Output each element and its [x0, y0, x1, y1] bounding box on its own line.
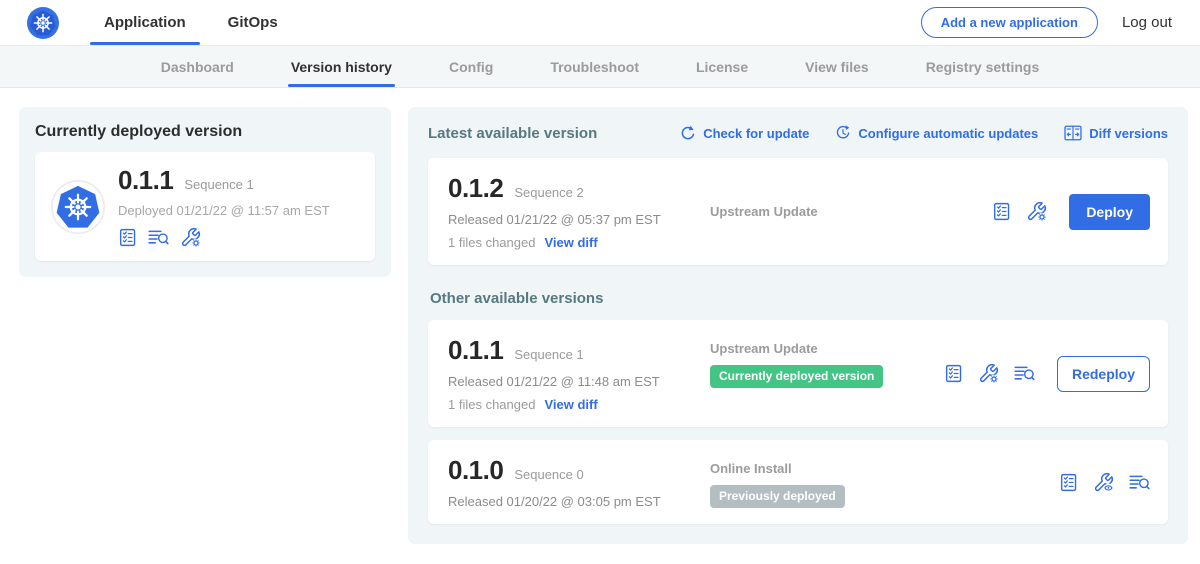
- configure-automatic-updates-label: Configure automatic updates: [858, 126, 1038, 141]
- version-card-0-1-1: 0.1.1 Sequence 1 Released 01/21/22 @ 11:…: [428, 320, 1168, 427]
- redeploy-button[interactable]: Redeploy: [1057, 356, 1150, 392]
- top-nav: Application GitOps Add a new application…: [0, 0, 1200, 46]
- configure-automatic-updates-link[interactable]: Configure automatic updates: [835, 125, 1038, 141]
- deployed-sequence-label: Sequence 1: [184, 177, 253, 192]
- files-changed-label: 1 files changed: [448, 397, 535, 412]
- edit-config-icon[interactable]: [180, 227, 201, 248]
- previously-deployed-badge: Previously deployed: [710, 485, 845, 508]
- version-source-label: Upstream Update: [710, 204, 992, 219]
- release-notes-icon[interactable]: [1129, 473, 1150, 492]
- deployed-version-number: 0.1.1: [118, 165, 173, 196]
- currently-deployed-title: Currently deployed version: [35, 123, 375, 141]
- subtab-registry-settings[interactable]: Registry settings: [926, 46, 1040, 87]
- tab-gitops-label: GitOps: [228, 14, 278, 31]
- diff-versions-label: Diff versions: [1089, 126, 1168, 141]
- diff-versions-link[interactable]: Diff versions: [1064, 125, 1168, 141]
- check-for-update-link[interactable]: Check for update: [680, 125, 809, 141]
- deployed-version-info: 0.1.1 Sequence 1 Deployed 01/21/22 @ 11:…: [118, 165, 330, 248]
- version-source-label: Online Install: [710, 461, 1059, 476]
- release-notes-icon[interactable]: [148, 228, 169, 247]
- kubernetes-logo: [26, 6, 60, 40]
- preflight-checks-icon[interactable]: [118, 228, 137, 247]
- tab-gitops[interactable]: GitOps: [214, 0, 292, 45]
- subtab-troubleshoot[interactable]: Troubleshoot: [550, 46, 639, 87]
- subtab-license[interactable]: License: [696, 46, 748, 87]
- version-card-0-1-0: 0.1.0 Sequence 0 Released 01/20/22 @ 03:…: [428, 440, 1168, 524]
- view-diff-link[interactable]: View diff: [544, 397, 597, 412]
- add-application-button[interactable]: Add a new application: [921, 7, 1098, 38]
- currently-deployed-panel: Currently deployed version: [19, 107, 391, 277]
- schedule-icon: [835, 125, 851, 141]
- app-icon: [51, 180, 105, 234]
- deployed-version-card: 0.1.1 Sequence 1 Deployed 01/21/22 @ 11:…: [35, 152, 375, 261]
- version-number: 0.1.1: [448, 335, 503, 366]
- version-history-page: Currently deployed version: [0, 88, 1200, 544]
- sequence-label: Sequence 0: [514, 467, 583, 482]
- preflight-checks-icon[interactable]: [944, 364, 963, 383]
- released-timestamp: Released 01/21/22 @ 11:48 am EST: [448, 374, 698, 389]
- subtab-dashboard[interactable]: Dashboard: [161, 46, 234, 87]
- deployed-timestamp: Deployed 01/21/22 @ 11:57 am EST: [118, 203, 330, 218]
- top-tab-bar: Application GitOps: [90, 0, 306, 45]
- check-for-update-label: Check for update: [703, 126, 809, 141]
- preflight-checks-icon[interactable]: [992, 202, 1011, 221]
- tab-application-label: Application: [104, 14, 186, 31]
- subtab-version-history[interactable]: Version history: [291, 46, 392, 87]
- subtab-view-files[interactable]: View files: [805, 46, 869, 87]
- logout-button[interactable]: Log out: [1122, 14, 1172, 31]
- other-versions-title: Other available versions: [430, 290, 1168, 307]
- available-versions-panel: Latest available version Check for updat…: [408, 107, 1188, 544]
- app-sub-nav: Dashboard Version history Config Trouble…: [0, 46, 1200, 88]
- latest-available-title: Latest available version: [428, 125, 680, 142]
- version-number: 0.1.0: [448, 455, 503, 486]
- preflight-checks-icon[interactable]: [1059, 473, 1078, 492]
- version-source-label: Upstream Update: [710, 341, 944, 356]
- version-number: 0.1.2: [448, 173, 503, 204]
- tab-application[interactable]: Application: [90, 0, 200, 45]
- subtab-config[interactable]: Config: [449, 46, 493, 87]
- diff-icon: [1064, 125, 1082, 141]
- edit-config-icon[interactable]: [1026, 201, 1047, 222]
- release-notes-icon[interactable]: [1014, 364, 1035, 383]
- files-changed-label: 1 files changed: [448, 235, 535, 250]
- released-timestamp: Released 01/21/22 @ 05:37 pm EST: [448, 212, 698, 227]
- version-card-0-1-2: 0.1.2 Sequence 2 Released 01/21/22 @ 05:…: [428, 158, 1168, 265]
- refresh-icon: [680, 125, 696, 141]
- view-diff-link[interactable]: View diff: [544, 235, 597, 250]
- released-timestamp: Released 01/20/22 @ 03:05 pm EST: [448, 494, 698, 509]
- currently-deployed-badge: Currently deployed version: [710, 365, 883, 388]
- deploy-button[interactable]: Deploy: [1069, 194, 1150, 230]
- view-config-icon[interactable]: [1093, 472, 1114, 493]
- edit-config-icon[interactable]: [978, 363, 999, 384]
- sequence-label: Sequence 1: [514, 347, 583, 362]
- sequence-label: Sequence 2: [514, 185, 583, 200]
